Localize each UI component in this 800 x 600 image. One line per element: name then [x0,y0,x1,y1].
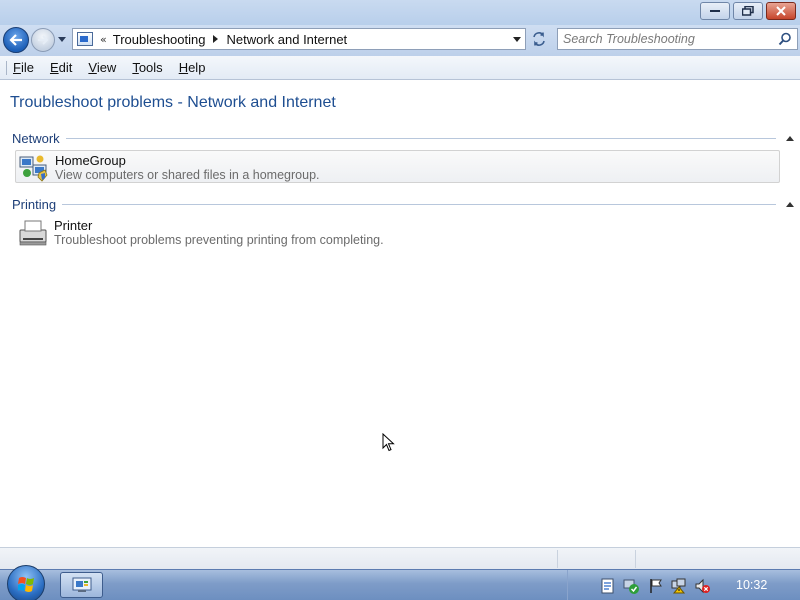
task-description: View computers or shared files in a home… [55,168,320,182]
address-history-dropdown-icon[interactable] [513,37,521,42]
task-description: Troubleshoot problems preventing printin… [54,233,384,247]
mouse-cursor-icon [382,433,395,452]
task-homegroup-text: HomeGroup View computers or shared files… [55,153,320,183]
taskbar: 10:32 [0,565,800,600]
group-label-printing: Printing [12,196,57,212]
menu-view-accel: V [88,60,97,75]
menu-file-accel: F [13,60,21,75]
menu-view[interactable]: View [88,60,116,75]
task-printer-text: Printer Troubleshoot problems preventing… [54,218,384,248]
homegroup-icon [18,153,50,182]
menu-grip [6,60,7,75]
minimize-button[interactable] [700,2,730,20]
window-controls [700,2,796,20]
taskbar-control-panel-button[interactable] [60,572,103,598]
status-divider [557,550,558,568]
page-title: Troubleshoot problems - Network and Inte… [10,94,336,111]
menu-help[interactable]: Help [179,60,206,75]
group-label-network: Network [12,130,60,146]
back-button[interactable] [3,27,29,53]
hidden-locations-chevron[interactable]: « [100,33,107,46]
volume-muted-icon[interactable] [694,578,710,594]
minimize-icon [710,10,720,12]
printer-icon [17,218,49,246]
forward-arrow-icon [38,35,49,45]
menu-edit-accel: E [49,60,59,75]
windows-logo-icon [18,577,34,592]
group-divider [62,203,776,205]
collapse-arrow-icon[interactable] [786,135,794,141]
menu-tools-label: ools [138,60,163,75]
status-bar [0,547,800,569]
address-bar[interactable]: « Troubleshooting Network and Internet [72,28,526,50]
content-pane: Troubleshoot problems - Network and Inte… [0,81,800,547]
taskbar-clock[interactable]: 10:32 [736,578,767,592]
control-panel-icon [72,577,91,592]
menu-help-label: elp [188,60,206,75]
menu-view-label: iew [96,60,117,75]
restore-icon [742,6,754,16]
breadcrumb-network-and-internet[interactable]: Network and Internet [226,32,347,47]
task-title[interactable]: HomeGroup [55,153,320,168]
close-icon [776,6,786,16]
search-box[interactable] [557,28,798,50]
close-button[interactable] [766,2,796,20]
control-panel-icon [77,32,93,46]
back-arrow-icon [9,34,22,46]
refresh-icon [533,32,545,46]
action-center-flag-icon[interactable] [648,578,664,594]
restore-button[interactable] [733,2,763,20]
collapse-arrow-icon[interactable] [786,201,794,207]
status-divider [635,550,636,568]
security-check-icon[interactable] [623,578,639,594]
group-divider [65,137,776,139]
menu-edit-label: dit [58,60,73,75]
start-button[interactable] [7,565,45,600]
group-header-network[interactable]: Network [12,130,794,146]
breadcrumb-troubleshooting[interactable]: Troubleshooting [113,32,206,47]
task-title[interactable]: Printer [54,218,384,233]
menu-file-label: ile [20,60,34,75]
window-titlebar [0,0,800,25]
refresh-button[interactable] [528,28,550,50]
search-input[interactable] [558,29,768,49]
menu-edit[interactable]: Edit [50,60,72,75]
menu-file[interactable]: File [13,60,34,75]
forward-button[interactable] [31,28,55,52]
breadcrumb-separator-icon[interactable] [213,35,219,43]
menu-bar: File Edit View Tools Help [0,56,800,80]
network-warning-icon[interactable] [671,578,687,594]
menu-tools[interactable]: Tools [132,60,162,75]
task-printer[interactable]: Printer Troubleshoot problems preventing… [15,216,780,249]
navigation-bar: « Troubleshooting Network and Internet [0,25,800,56]
recent-pages-dropdown-icon[interactable] [57,35,67,45]
search-icon[interactable] [778,32,792,46]
document-icon[interactable] [600,578,616,594]
group-header-printing[interactable]: Printing [12,196,794,212]
menu-help-accel: H [178,60,189,75]
task-homegroup[interactable]: HomeGroup View computers or shared files… [15,150,780,183]
